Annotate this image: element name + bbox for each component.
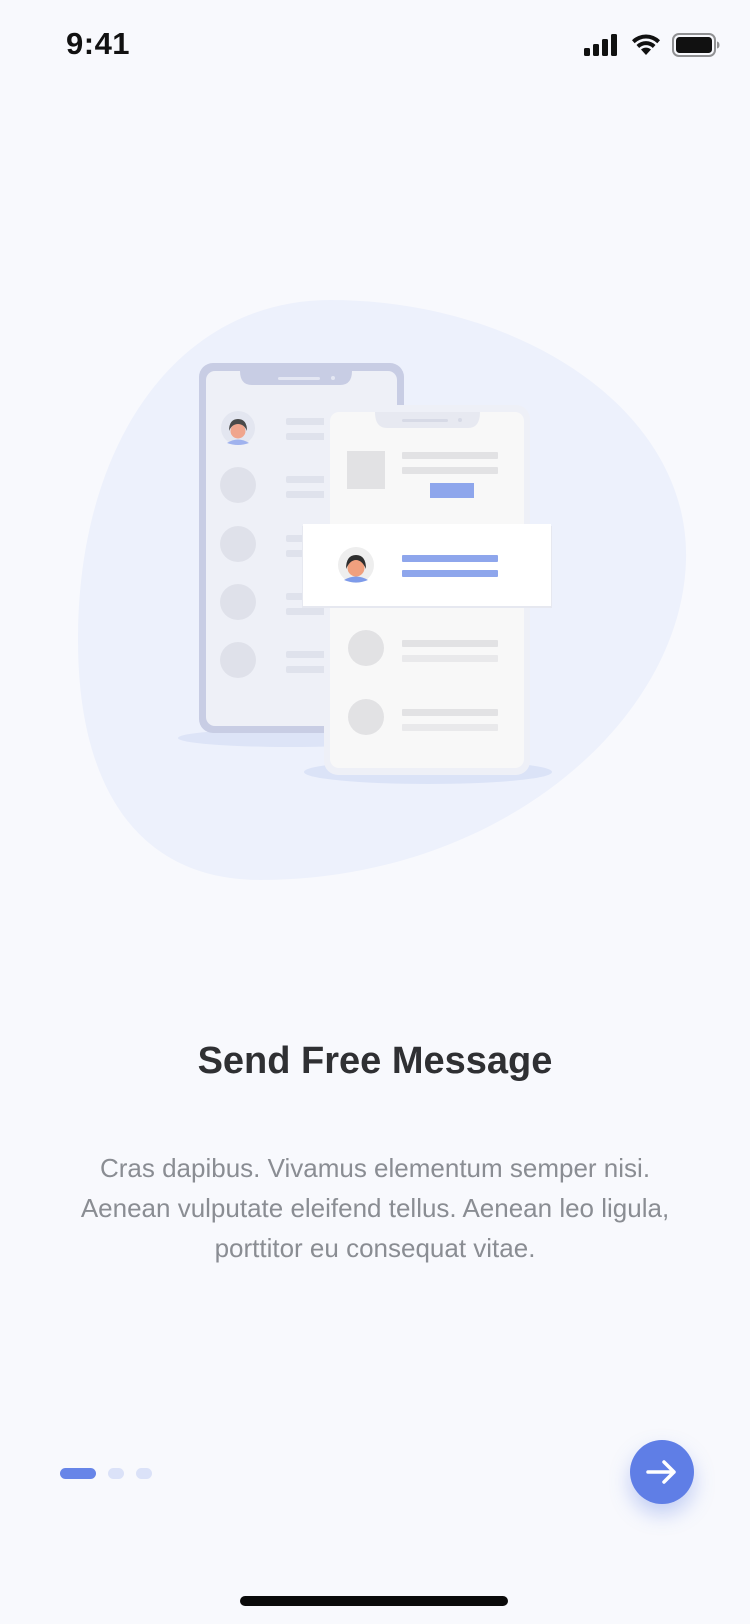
- next-button[interactable]: [630, 1440, 694, 1504]
- onboarding-illustration: [0, 280, 750, 900]
- battery-icon: [672, 33, 720, 57]
- status-bar: 9:41: [0, 0, 750, 90]
- home-indicator[interactable]: [240, 1596, 508, 1606]
- wifi-icon: [630, 33, 662, 57]
- arrow-right-icon: [645, 1459, 679, 1485]
- highlighted-message-card: [302, 524, 552, 608]
- page-indicator: [60, 1468, 152, 1479]
- page-dot[interactable]: [108, 1468, 124, 1479]
- back-phone-avatar-icon: [221, 411, 255, 445]
- onboarding-description: Cras dapibus. Vivamus elementum semper n…: [80, 1153, 670, 1263]
- onboarding-title: Send Free Message: [197, 1040, 553, 1082]
- status-icons: [584, 30, 720, 60]
- status-time: 9:41: [66, 26, 131, 61]
- cellular-signal-icon: [584, 34, 620, 56]
- contact-avatar-icon: [338, 547, 374, 583]
- page-dot-active[interactable]: [60, 1468, 96, 1479]
- page-dot[interactable]: [136, 1468, 152, 1479]
